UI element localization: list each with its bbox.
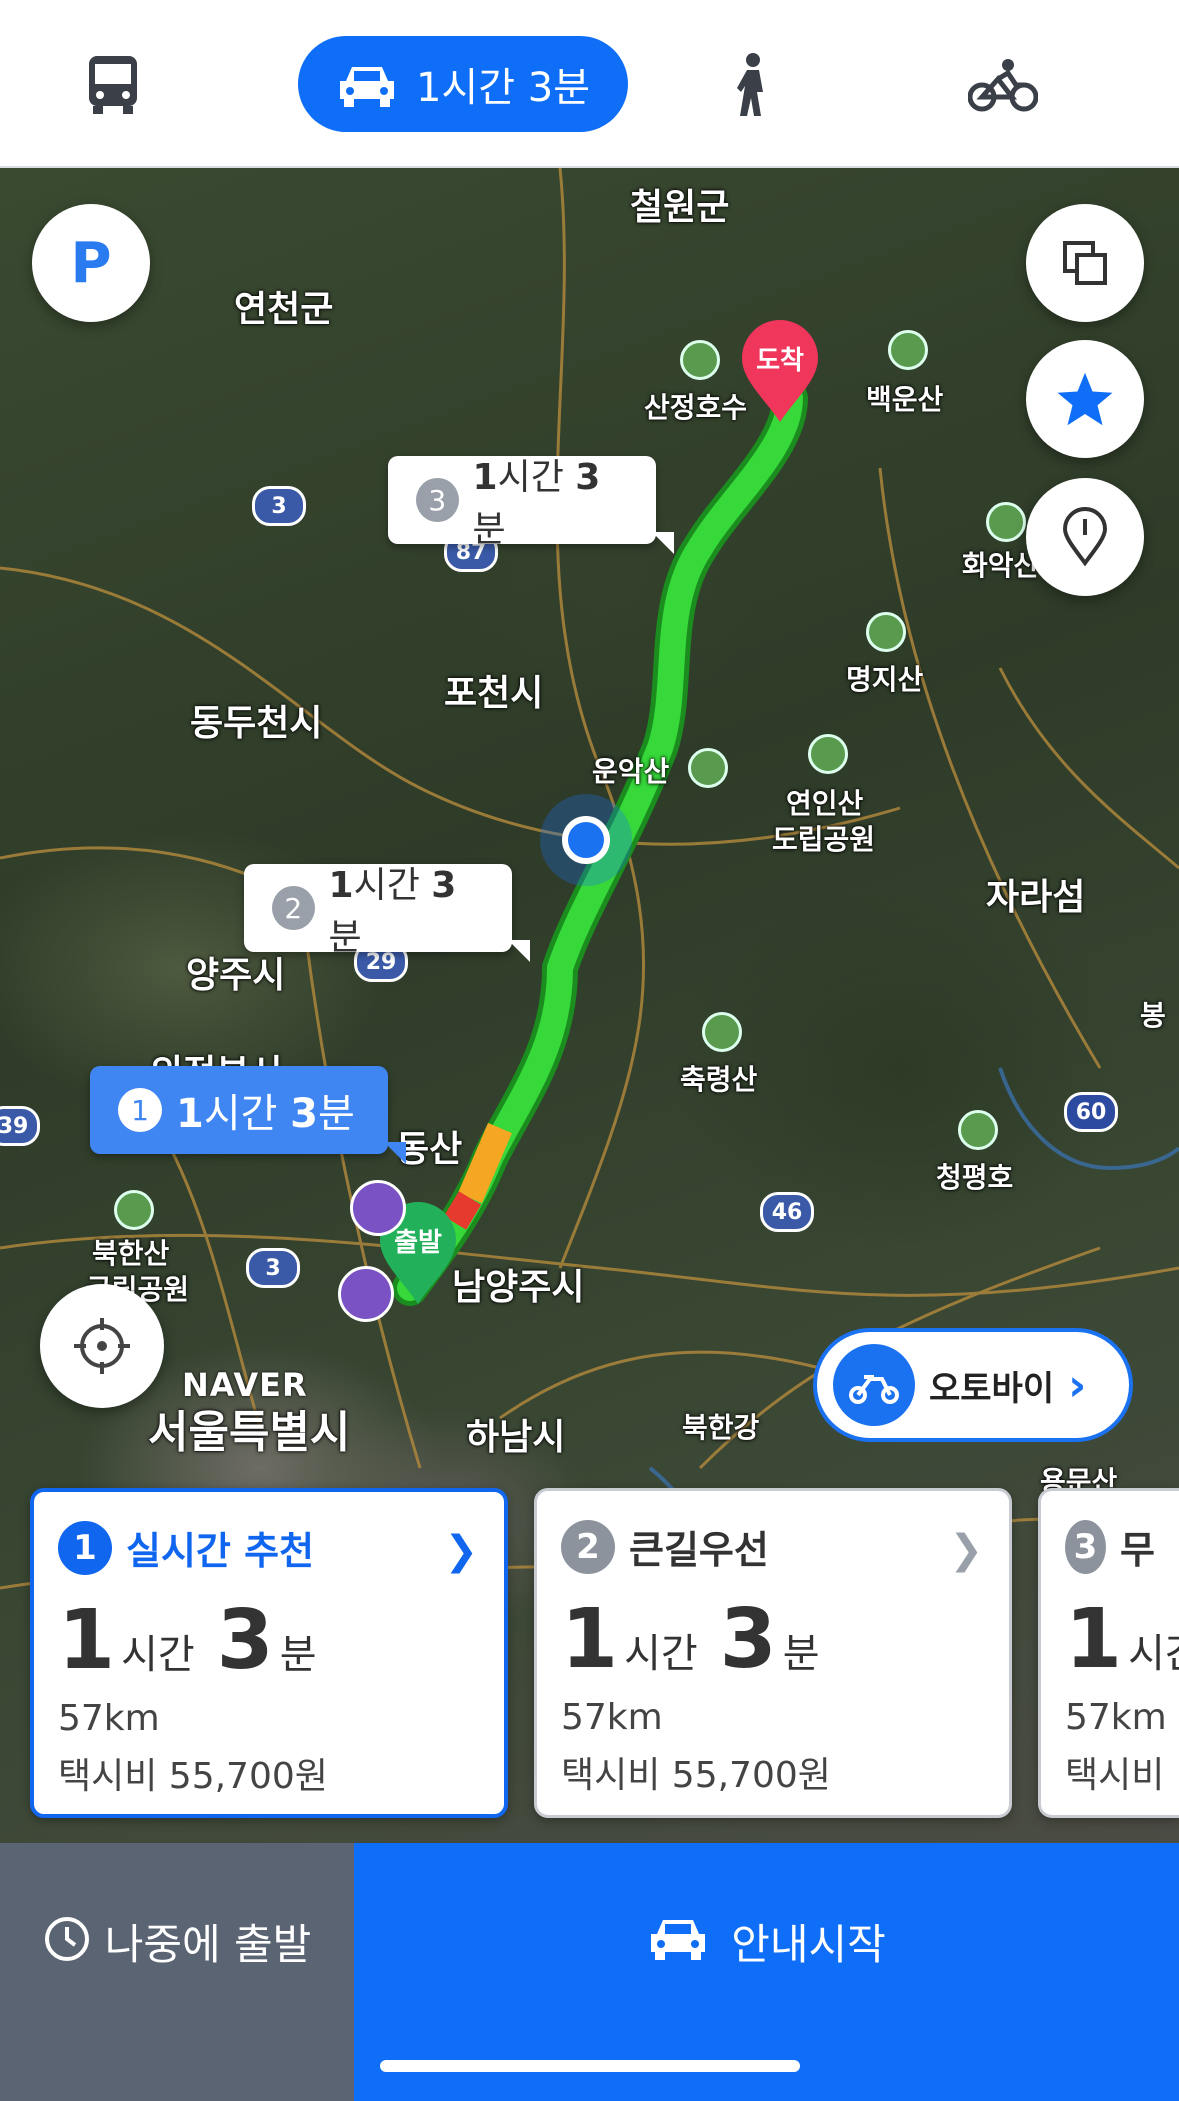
place-label: 북한산 (92, 1237, 170, 1270)
route-callout-1[interactable]: 1 1시간 3분 (90, 1066, 406, 1164)
route-callout-number: 3 (416, 478, 459, 522)
car-mode-tab[interactable]: 1시간 3분 (298, 36, 628, 132)
route-card-duration: 1 시간 3분 (561, 1592, 820, 1687)
layers-icon (1063, 241, 1107, 285)
current-location-dot (562, 816, 610, 864)
car-icon (339, 67, 394, 107)
depart-later-label: 나중에 출발 (104, 1920, 312, 1969)
mountain-icon (680, 340, 720, 380)
route-card-header: 3 무 (1065, 1519, 1155, 1574)
destination-marker[interactable]: 도착 (740, 318, 820, 428)
highway-shield: 3 (246, 1248, 300, 1288)
route-callout-3[interactable]: 3 1시간 3분 (388, 456, 674, 554)
parking-label: P (70, 230, 112, 296)
route-card-distance: 57km (58, 1698, 160, 1739)
car-icon (651, 1920, 706, 1960)
route-card-title: 실시간 추천 (126, 1529, 315, 1573)
place-label: 하남시 (466, 1417, 566, 1458)
highway-shield: 46 (760, 1192, 814, 1232)
my-location-button[interactable] (40, 1284, 164, 1408)
mountain-icon (888, 330, 928, 370)
place-label: 북한강 (682, 1411, 760, 1444)
location-pin-icon (1062, 507, 1108, 567)
building-icon[interactable] (338, 1266, 394, 1322)
route-card-fare: 택시비 55,700원 (561, 1755, 831, 1796)
highway-shield: 39 (0, 1106, 40, 1146)
place-label: 양주시 (186, 955, 286, 996)
motorcycle-label: 오토바이 (929, 1368, 1055, 1409)
mountain-icon (688, 748, 728, 788)
map-layers-button[interactable] (1026, 204, 1144, 322)
route-card-title: 무 (1120, 1528, 1155, 1572)
route-card-duration: 1 시간 3분 (58, 1593, 317, 1688)
destination-label: 도착 (756, 346, 804, 376)
route-callout-time: 1시간 3분 (472, 457, 601, 550)
star-icon (1057, 372, 1113, 426)
route-card-number: 1 (58, 1520, 112, 1575)
highway-shield: 3 (252, 486, 306, 526)
mountain-icon (702, 1012, 742, 1052)
route-card-number: 3 (1065, 1519, 1107, 1574)
route-card-number: 2 (561, 1519, 615, 1574)
route-card-distance: 57km (561, 1697, 663, 1738)
naver-logo: NAVER (182, 1366, 308, 1404)
chevron-right-icon: ❯ (949, 1527, 983, 1573)
place-label: 운악산 (592, 755, 670, 788)
route-card-title: 큰길우선 (629, 1528, 769, 1572)
favorites-button[interactable] (1026, 340, 1144, 458)
route-card-fare: 택시비 55,700원 (58, 1756, 328, 1797)
place-label: 명지산 (846, 663, 924, 696)
bicycle-icon[interactable] (958, 40, 1048, 130)
route-card-2[interactable]: 2 큰길우선 ❯ 1 시간 3분 57km 택시비 55,700원 (534, 1488, 1012, 1818)
walk-icon[interactable] (706, 40, 796, 130)
place-label: 동두천시 (190, 703, 323, 744)
bus-icon[interactable] (68, 40, 158, 130)
home-icon[interactable] (350, 1180, 406, 1236)
route-callout-number: 2 (272, 886, 315, 930)
route-callout-time: 1시간 3분 (176, 1091, 355, 1137)
motorcycle-button[interactable]: 오토바이 › (813, 1328, 1133, 1442)
clock-icon (44, 1917, 89, 1961)
transport-mode-bar: 1시간 3분 (0, 0, 1179, 168)
route-callout-number: 1 (118, 1088, 162, 1132)
place-label: 백운산 (866, 383, 944, 416)
route-card-header: 2 큰길우선 (561, 1519, 985, 1574)
route-callout-2[interactable]: 2 1시간 3분 (244, 864, 530, 962)
mountain-icon (114, 1190, 154, 1230)
place-label: 산정호수 (644, 391, 748, 424)
route-card-header: 1 실시간 추천 (58, 1520, 480, 1575)
chevron-right-icon: ❯ (444, 1528, 478, 1574)
mountain-icon (986, 502, 1026, 542)
route-card-1[interactable]: 1 실시간 추천 ❯ 1 시간 3분 57km 택시비 55,700원 (30, 1488, 508, 1818)
route-card-fare: 택시비 (1065, 1755, 1165, 1796)
start-navigation-label: 안내시작 (731, 1920, 886, 1969)
chevron-right-icon: › (1068, 1359, 1087, 1411)
mountain-icon (808, 734, 848, 774)
route-card-3[interactable]: 3 무 1시간 57km 택시비 (1038, 1488, 1179, 1818)
place-label: 도립공원 (772, 823, 876, 856)
mountain-icon (866, 612, 906, 652)
route-card-distance: 57km (1065, 1697, 1167, 1738)
parking-button[interactable]: P (32, 204, 150, 322)
place-label: 청평호 (936, 1161, 1014, 1194)
home-indicator[interactable] (380, 2060, 800, 2072)
add-waypoint-button[interactable] (1026, 478, 1144, 596)
place-label: 연인산 (786, 787, 864, 820)
route-card-duration: 1시간 (1065, 1592, 1179, 1687)
place-label: 봉 (1140, 999, 1166, 1032)
place-label: 남양주시 (452, 1267, 585, 1308)
highway-shield: 60 (1064, 1092, 1118, 1132)
place-label: 철원군 (630, 187, 730, 228)
place-label: 포천시 (444, 673, 544, 714)
place-label: 축령산 (680, 1063, 758, 1096)
place-label: 자라섬 (986, 877, 1086, 918)
crosshair-icon (74, 1318, 130, 1374)
place-label: 서울특별시 (148, 1407, 351, 1458)
route-callout-time: 1시간 3분 (328, 865, 457, 958)
depart-later-button[interactable]: 나중에 출발 (0, 1843, 354, 2101)
scooter-icon (833, 1344, 915, 1426)
mountain-icon (958, 1110, 998, 1150)
car-mode-duration: 1시간 3분 (415, 65, 590, 111)
place-label: 연천군 (234, 289, 334, 330)
